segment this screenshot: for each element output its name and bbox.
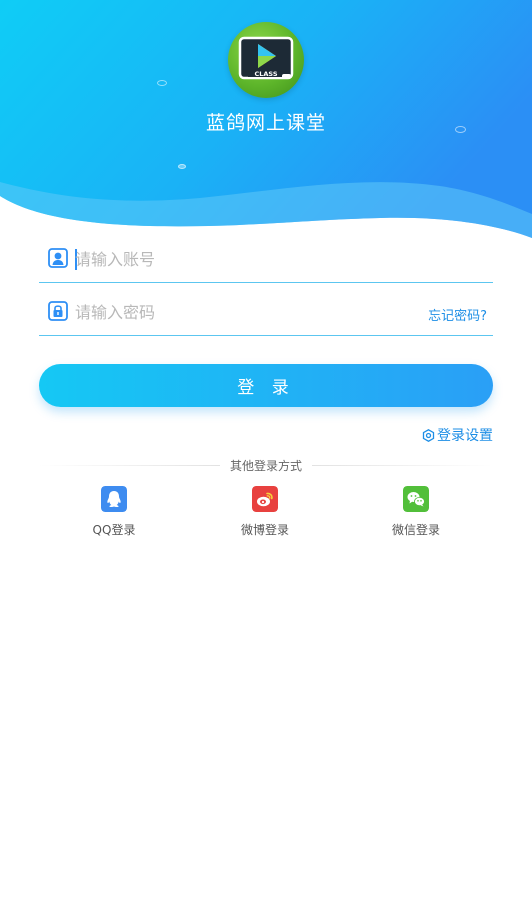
account-input[interactable] xyxy=(75,245,415,273)
divider-line-right xyxy=(312,464,494,466)
lock-icon xyxy=(48,301,68,321)
user-icon xyxy=(48,248,68,268)
wechat-icon xyxy=(403,486,429,512)
class-logo-icon: CLASS xyxy=(238,36,294,80)
bubble-decoration xyxy=(178,164,186,169)
other-login-label: 其他登录方式 xyxy=(230,458,303,473)
svg-text:CLASS: CLASS xyxy=(254,70,277,78)
qq-login-button[interactable]: QQ登录 xyxy=(64,486,164,538)
login-settings-link[interactable]: 登录设置 xyxy=(422,425,493,445)
weibo-login-label: 微博登录 xyxy=(240,523,289,537)
password-field: 忘记密码? xyxy=(39,290,493,336)
bubble-decoration xyxy=(157,80,167,86)
qq-icon xyxy=(101,486,127,512)
login-button[interactable]: 登 录 xyxy=(39,364,493,407)
app-title: 蓝鸽网上课堂 xyxy=(205,112,326,134)
wechat-login-label: 微信登录 xyxy=(391,523,440,537)
account-field xyxy=(39,237,493,283)
gear-icon xyxy=(422,428,435,442)
app-logo: CLASS xyxy=(228,22,304,98)
forgot-password-link[interactable]: 忘记密码? xyxy=(428,305,487,324)
qq-login-label: QQ登录 xyxy=(92,523,136,537)
other-login-divider: 其他登录方式 xyxy=(39,456,494,474)
weibo-login-button[interactable]: 微博登录 xyxy=(215,486,315,538)
wechat-login-button[interactable]: 微信登录 xyxy=(366,486,466,538)
weibo-icon xyxy=(252,486,278,512)
divider-line-left xyxy=(39,464,220,466)
login-settings-label: 登录设置 xyxy=(437,428,493,444)
password-input[interactable] xyxy=(75,298,415,326)
